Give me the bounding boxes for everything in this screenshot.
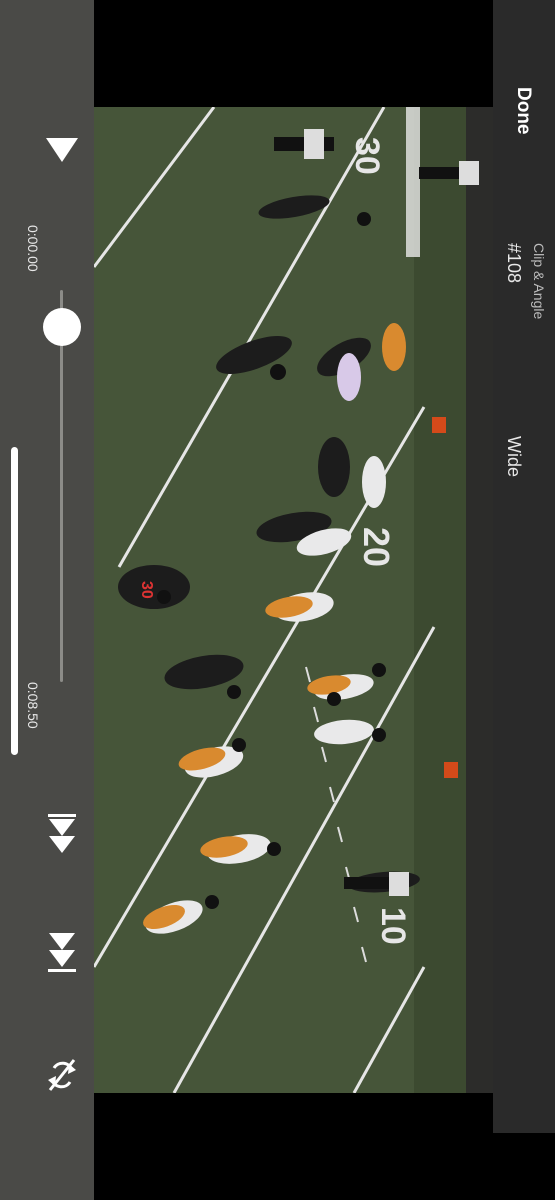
angle-selector[interactable]: Wide — [502, 436, 524, 496]
svg-text:30: 30 — [348, 137, 386, 175]
scrub-thumb[interactable] — [43, 308, 81, 346]
svg-text:10: 10 — [374, 907, 412, 945]
clip-number: #108 — [504, 243, 524, 284]
video-frame[interactable]: 30 20 10 30 — [94, 107, 493, 1093]
current-time: 0:00.00 — [25, 225, 41, 272]
clip-info-panel — [493, 0, 555, 1133]
clip-angle-label: Clip & Angle — [531, 243, 547, 320]
rotate-lock-icon[interactable] — [46, 1052, 78, 1098]
skip-previous-icon[interactable] — [46, 810, 78, 856]
svg-text:20: 20 — [356, 527, 397, 567]
video-scene: 30 20 10 30 — [94, 107, 493, 1093]
volume-slider[interactable] — [11, 447, 18, 755]
scrub-track[interactable] — [60, 290, 63, 682]
jersey-number: 30 — [138, 581, 155, 599]
duration: 0:08.50 — [25, 682, 41, 729]
play-icon[interactable] — [44, 134, 80, 166]
done-button[interactable]: Done — [510, 87, 534, 147]
skip-next-icon[interactable] — [46, 930, 78, 976]
playback-controls: 0:00.00 0:08.50 — [0, 0, 94, 1200]
